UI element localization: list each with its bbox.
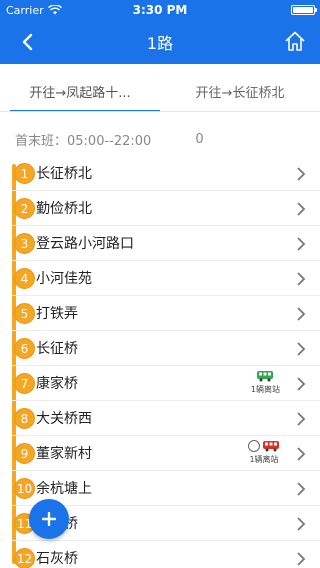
- stop-number: 12: [14, 548, 35, 568]
- stop-number: 10: [14, 478, 35, 499]
- carrier-label: Carrier: [6, 3, 44, 17]
- chevron-right-icon: [297, 412, 306, 426]
- bus-status-label: 1辆离站: [249, 455, 279, 464]
- bus-status-label: 1辆离站: [250, 385, 280, 394]
- bus-count: 0: [195, 131, 204, 147]
- direction-tabs: 开往→凤起路十... 开往→长征桥北: [0, 72, 320, 112]
- chevron-right-icon: [297, 377, 306, 391]
- chevron-right-icon: [297, 447, 306, 461]
- stop-row[interactable]: 3 登云路小河路口: [12, 226, 320, 261]
- battery-icon: [291, 5, 317, 15]
- stop-name: 石灰桥: [36, 551, 78, 567]
- stop-number: 4: [14, 268, 35, 289]
- stop-name: 康家桥: [36, 376, 78, 392]
- chevron-right-icon: [297, 272, 306, 286]
- stop-row[interactable]: 8 大关桥西: [12, 401, 320, 436]
- chevron-right-icon: [297, 517, 306, 531]
- bus-icon: [263, 441, 279, 452]
- ac-badge-icon: [248, 440, 260, 452]
- page-title: 1路: [146, 34, 174, 53]
- stop-row[interactable]: 1 长征桥北: [12, 156, 320, 191]
- back-icon[interactable]: [18, 32, 38, 52]
- stop-name: 登云路小河路口: [36, 236, 134, 252]
- stop-number: 1: [14, 163, 35, 184]
- add-button[interactable]: [29, 499, 69, 539]
- home-icon[interactable]: [284, 30, 306, 52]
- chevron-right-icon: [297, 342, 306, 356]
- stop-number: 7: [14, 373, 35, 394]
- bus-icon: [257, 371, 274, 382]
- wifi-icon: [47, 5, 62, 15]
- chevron-right-icon: [297, 482, 306, 496]
- schedule-row: 首末班：05:00--22:00 0: [0, 122, 320, 156]
- tab-label: 开往→凤起路十...: [29, 86, 131, 101]
- stop-name: 打铁弄: [36, 306, 78, 322]
- tab-direction-2[interactable]: 开往→长征桥北: [160, 72, 320, 111]
- stop-number: 8: [14, 408, 35, 429]
- stop-name: 勤俭桥北: [36, 201, 92, 217]
- plus-icon: [42, 512, 56, 526]
- stop-row[interactable]: 12 石灰桥: [12, 541, 320, 568]
- bus-indicator: 1辆离站: [251, 369, 280, 395]
- stop-number: 2: [14, 198, 35, 219]
- chevron-right-icon: [297, 167, 306, 181]
- chevron-right-icon: [297, 552, 306, 566]
- stop-number: 9: [14, 443, 35, 464]
- chevron-right-icon: [297, 237, 306, 251]
- stop-number: 5: [14, 303, 35, 324]
- schedule-text: 首末班：05:00--22:00: [15, 133, 152, 149]
- nav-bar: 1路: [0, 20, 320, 64]
- stop-name: 长征桥北: [36, 166, 92, 182]
- tab-label: 开往→长征桥北: [195, 86, 285, 101]
- stop-name: 董家新村: [36, 446, 92, 462]
- status-bar: Carrier 3:30 PM: [0, 0, 320, 20]
- stop-number: 3: [14, 233, 35, 254]
- stop-row[interactable]: 4 小河佳苑: [12, 261, 320, 296]
- chevron-right-icon: [297, 307, 306, 321]
- chevron-right-icon: [297, 202, 306, 216]
- bus-indicator: 1辆离站: [248, 439, 280, 465]
- stop-number: 6: [14, 338, 35, 359]
- stop-row[interactable]: 6 长征桥: [12, 331, 320, 366]
- stop-row[interactable]: 2 勤俭桥北: [12, 191, 320, 226]
- stop-name: 长征桥: [36, 341, 78, 357]
- stop-name: 大关桥西: [36, 411, 92, 427]
- stop-row[interactable]: 5 打铁弄: [12, 296, 320, 331]
- stop-name: 小河佳苑: [36, 271, 92, 287]
- stop-row[interactable]: 7 康家桥 1辆离站: [12, 366, 320, 401]
- stop-row[interactable]: 9 董家新村 1辆离站: [12, 436, 320, 471]
- stop-name: 余杭塘上: [36, 481, 92, 497]
- tab-direction-1[interactable]: 开往→凤起路十...: [0, 72, 160, 111]
